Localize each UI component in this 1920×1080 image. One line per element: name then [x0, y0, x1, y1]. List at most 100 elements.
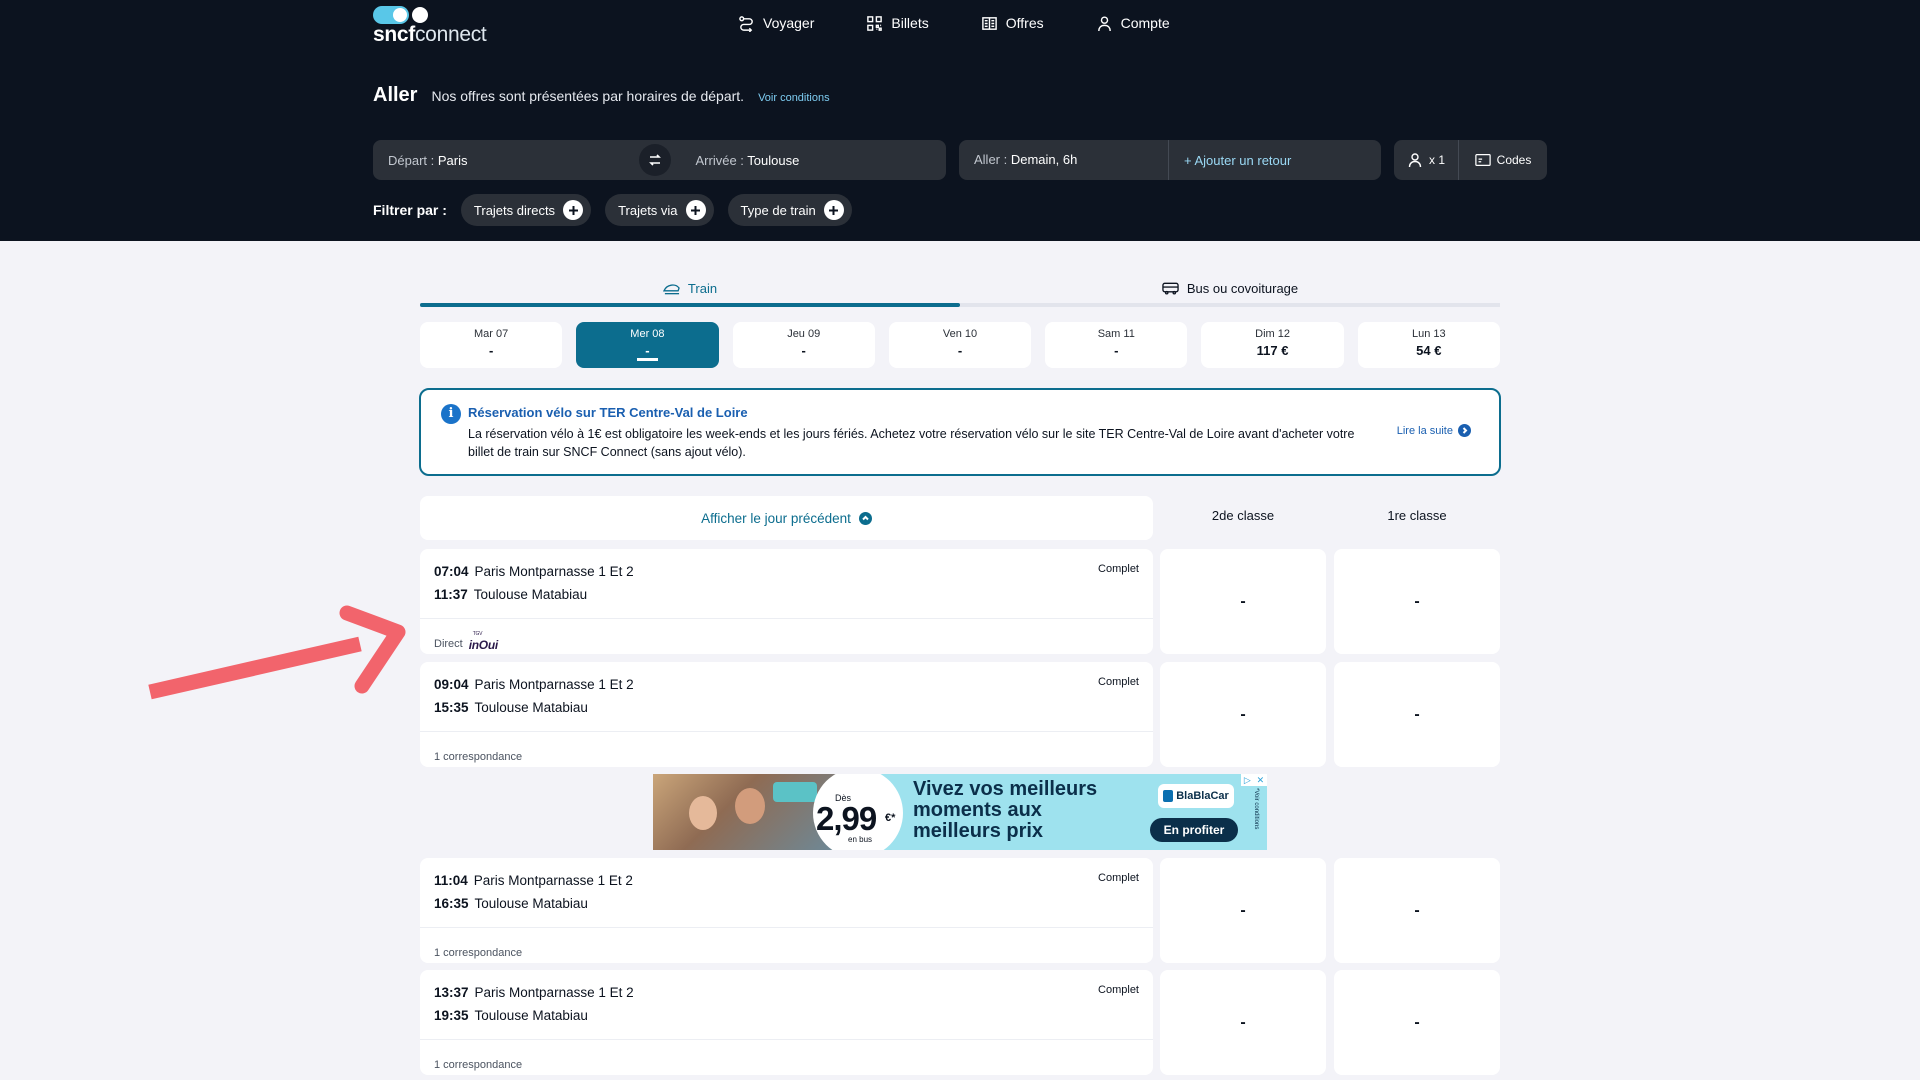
date-card-selected[interactable]: Mer 08- — [576, 322, 719, 368]
status-badge: Complet — [1098, 563, 1139, 575]
journey-footer: 1 correspondance — [420, 731, 1153, 767]
sncf-connect-logo[interactable]: sncfconnect — [373, 6, 493, 46]
ad-conditions: *Voir conditions — [1253, 788, 1259, 830]
date-card[interactable]: Jeu 09- — [732, 322, 875, 368]
swap-stations-button[interactable] — [638, 144, 671, 176]
price-2nd-class[interactable]: - — [1160, 858, 1326, 963]
qr-icon — [867, 15, 883, 31]
train-icon — [662, 284, 680, 295]
arrivee-field[interactable]: Arrivée : Toulouse — [681, 153, 947, 168]
ad-price: 2,99 — [816, 800, 877, 837]
nav-label: Compte — [1120, 15, 1170, 31]
ad-close-button[interactable]: ▷ ✕ — [1241, 774, 1267, 786]
departure-line: 11:04 Paris Montparnasse 1 Et 2 — [434, 873, 633, 888]
passengers-codes-group: x 1 Codes — [1394, 140, 1547, 180]
logo-text: sncfconnect — [373, 23, 487, 46]
chevron-right-icon — [1458, 424, 1471, 437]
nav-item-billets[interactable]: Billets — [866, 12, 929, 34]
date-strip: Mar 07- Mer 08- Jeu 09- Ven 10- Sam 11- … — [420, 322, 1500, 368]
nav-item-compte[interactable]: Compte — [1096, 12, 1170, 34]
passengers-button[interactable]: x 1 — [1394, 140, 1459, 180]
price-1st-class[interactable]: - — [1334, 858, 1500, 963]
tab-train[interactable]: Train — [420, 273, 960, 307]
filter-chip-direct[interactable]: Trajets directs — [460, 194, 592, 226]
arrival-line: 19:35 Toulouse Matabiau — [434, 1008, 588, 1023]
filter-bar: Filtrer par : Trajets directs Trajets vi… — [373, 194, 852, 226]
route-field-group: Départ : Paris Arrivée : Toulouse — [373, 140, 946, 180]
price-2nd-class[interactable]: - — [1160, 970, 1326, 1075]
journey-footer: 1 correspondance — [420, 1039, 1153, 1075]
page-heading: Aller Nos offres sont présentées par hor… — [373, 84, 830, 107]
add-return-button[interactable]: + Ajouter un retour — [1169, 153, 1291, 168]
page-subtitle: Nos offres sont présentées par horaires … — [431, 88, 745, 104]
user-icon — [1097, 15, 1111, 31]
inoui-logo: TGV inOui — [468, 630, 498, 652]
codes-button[interactable]: Codes — [1459, 140, 1547, 180]
filter-chip-via[interactable]: Trajets via — [605, 194, 714, 226]
price-2nd-class[interactable]: - — [1160, 549, 1326, 654]
read-more-link[interactable]: Lire la suite — [1397, 424, 1471, 437]
bus-icon — [1162, 282, 1179, 295]
arrival-line: 15:35 Toulouse Matabiau — [434, 700, 588, 715]
date-field-group: Aller : Demain, 6h + Ajouter un retour — [959, 140, 1381, 180]
ad-price-unit: €* — [885, 812, 896, 824]
plus-icon — [563, 200, 584, 220]
date-card[interactable]: Mar 07- — [420, 322, 563, 368]
chevron-up-icon — [858, 511, 872, 525]
date-card[interactable]: Dim 12 117 € — [1201, 322, 1344, 368]
blablacar-logo: BlaBlaCar — [1158, 784, 1234, 808]
depart-field[interactable]: Départ : Paris — [373, 153, 639, 168]
price-1st-class[interactable]: - — [1334, 662, 1500, 767]
info-banner: i Réservation vélo sur TER Centre-Val de… — [419, 388, 1501, 476]
plus-icon — [685, 200, 706, 220]
adchoices-icon: ▷ — [1243, 774, 1251, 785]
top-navigation: Voyager Billets Offres Compte — [738, 12, 1222, 34]
info-icon: i — [441, 404, 461, 424]
user-icon — [1408, 153, 1422, 168]
aller-date-field[interactable]: Aller : Demain, 6h — [959, 140, 1169, 180]
blablacar-ad[interactable]: Dès 2,99 €* en bus Vivez vos meilleurs m… — [653, 774, 1267, 850]
price-1st-class[interactable]: - — [1334, 549, 1500, 654]
previous-day-button[interactable]: Afficher le jour précédent — [420, 496, 1153, 540]
card-icon — [1474, 154, 1491, 166]
journey-card[interactable]: 07:04 Paris Montparnasse 1 Et 2 11:37 Toul… — [420, 549, 1153, 654]
transport-mode-tabs: Train Bus ou covoiturage — [420, 273, 1500, 307]
journey-card[interactable]: 11:04 Paris Montparnasse 1 Et 2 16:35 Toul… — [420, 858, 1153, 963]
status-badge: Complet — [1098, 872, 1139, 884]
plus-icon — [823, 200, 844, 220]
nav-item-offres[interactable]: Offres — [981, 12, 1044, 34]
arrival-line: 11:37 Toulouse Matabiau — [434, 587, 588, 602]
annotation-arrow-icon — [148, 605, 406, 700]
ad-cta-button[interactable]: En profiter — [1150, 818, 1238, 842]
filter-label: Filtrer par : — [373, 202, 447, 218]
journey-footer: 1 correspondance — [420, 927, 1153, 963]
date-card[interactable]: Sam 11- — [1045, 322, 1188, 368]
departure-line: 07:04 Paris Montparnasse 1 Et 2 — [434, 564, 634, 579]
price-1st-class[interactable]: - — [1334, 970, 1500, 1075]
offers-icon — [981, 16, 997, 30]
date-card[interactable]: Lun 13 54 € — [1357, 322, 1500, 368]
search-header: sncfconnect Voyager Billets Offres Compt… — [0, 0, 1920, 241]
date-card[interactable]: Ven 10- — [888, 322, 1032, 368]
departure-line: 09:04 Paris Montparnasse 1 Et 2 — [434, 677, 634, 692]
close-icon: ✕ — [1256, 774, 1265, 785]
nav-label: Billets — [891, 15, 929, 31]
departure-line: 13:37 Paris Montparnasse 1 Et 2 — [434, 985, 634, 1000]
swap-icon — [648, 154, 661, 166]
nav-item-voyager[interactable]: Voyager — [738, 12, 814, 34]
passengers-count: x 1 — [1428, 153, 1445, 167]
conditions-link[interactable]: Voir conditions — [758, 92, 830, 104]
info-title: Réservation vélo sur TER Centre-Val de L… — [468, 405, 748, 420]
status-badge: Complet — [1098, 984, 1139, 996]
nav-label: Offres — [1005, 15, 1044, 31]
journey-card[interactable]: 13:37 Paris Montparnasse 1 Et 2 19:35 Toul… — [420, 970, 1153, 1075]
nav-label: Voyager — [763, 15, 815, 31]
journey-footer: Direct TGV inOui — [420, 618, 1153, 654]
info-body: La réservation vélo à 1€ est obligatoire… — [468, 427, 1355, 459]
price-2nd-class[interactable]: - — [1160, 662, 1326, 767]
tab-bus[interactable]: Bus ou covoiturage — [960, 273, 1500, 303]
class1-header: 1re classe — [1387, 508, 1447, 523]
journey-card[interactable]: 09:04 Paris Montparnasse 1 Et 2 15:35 Toul… — [420, 662, 1153, 767]
class2-header: 2de classe — [1211, 508, 1275, 523]
filter-chip-train-type[interactable]: Type de train — [727, 194, 852, 226]
